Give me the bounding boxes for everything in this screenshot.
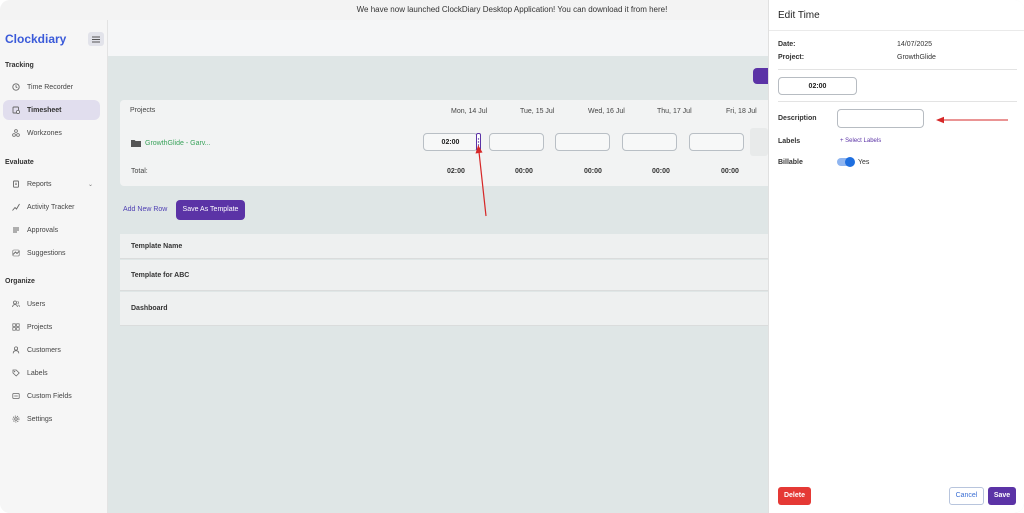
customers-icon (12, 346, 20, 354)
panel-title: Edit Time (778, 10, 820, 21)
duration-input[interactable]: 02:00 (778, 77, 857, 95)
total-value: 00:00 (652, 168, 670, 175)
day-header: Tue, 15 Jul (520, 108, 555, 115)
sidebar: Clockdiary Tracking Time Recorder Timesh… (0, 20, 108, 513)
sidebar-item-settings[interactable]: Settings (3, 409, 100, 429)
approvals-icon (12, 226, 20, 234)
folder-icon (131, 140, 141, 147)
billable-state: Yes (858, 159, 870, 166)
sidebar-item-reports[interactable]: Reports ⌄ (3, 174, 100, 194)
sidebar-item-time-recorder[interactable]: Time Recorder (3, 77, 100, 97)
save-as-template-button[interactable]: Save As Template (176, 200, 245, 220)
sidebar-item-labels[interactable]: Labels (3, 363, 100, 383)
sidebar-item-custom-fields[interactable]: Custom Fields (3, 386, 100, 406)
divider (778, 69, 1017, 70)
projects-header: Projects (130, 107, 156, 114)
divider (769, 30, 1024, 31)
add-new-row-link[interactable]: Add New Row (123, 206, 167, 213)
time-entry-input[interactable] (622, 133, 677, 151)
app-logo[interactable]: Clockdiary (5, 32, 66, 46)
day-header: Thu, 17 Jul (657, 108, 692, 115)
day-header: Mon, 14 Jul (451, 108, 488, 115)
total-value: 00:00 (515, 168, 533, 175)
sidebar-item-label: Reports (27, 180, 52, 188)
select-labels-link[interactable]: + Select Labels (840, 138, 881, 144)
sidebar-item-label: Projects (27, 323, 53, 331)
sidebar-item-label: Approvals (27, 226, 59, 234)
delete-button[interactable]: Delete (778, 487, 811, 505)
sidebar-item-label: Settings (27, 415, 53, 423)
gear-icon (12, 415, 20, 423)
users-icon (12, 300, 20, 308)
edit-time-panel: Edit Time Date: 14/07/2025 Project: Grow… (768, 0, 1024, 513)
sidebar-item-label: Labels (27, 369, 48, 377)
project-value: GrowthGlide (897, 54, 936, 61)
date-label: Date: (778, 41, 796, 48)
sidebar-item-workzones[interactable]: Workzones (3, 123, 100, 143)
sidebar-item-label: Custom Fields (27, 392, 72, 400)
section-title-tracking: Tracking (5, 62, 34, 69)
time-entry-input[interactable] (489, 133, 544, 151)
reports-icon (12, 180, 20, 188)
sidebar-item-activity-tracker[interactable]: Activity Tracker (3, 197, 100, 217)
sidebar-item-timesheet[interactable]: Timesheet (3, 100, 100, 120)
toggle-knob (845, 157, 855, 167)
description-label: Description (778, 115, 817, 122)
sidebar-item-label: Users (27, 300, 46, 308)
labels-label: Labels (778, 138, 801, 145)
hamburger-icon (92, 36, 100, 42)
activity-icon (12, 203, 20, 211)
sidebar-item-label: Time Recorder (27, 83, 74, 91)
section-title-evaluate: Evaluate (5, 159, 34, 166)
time-entry-input[interactable] (555, 133, 610, 151)
clock-icon (12, 83, 20, 91)
project-name-link[interactable]: GrowthGlide - Garv... (145, 140, 211, 147)
time-entry-input[interactable] (689, 133, 744, 151)
section-title-organize: Organize (5, 278, 35, 285)
template-header-row: Template Name (120, 234, 768, 259)
date-value: 14/07/2025 (897, 41, 933, 48)
day-header: Wed, 16 Jul (588, 108, 625, 115)
total-value: 02:00 (447, 168, 465, 175)
sidebar-item-projects[interactable]: Projects (3, 317, 100, 337)
sidebar-item-label: Activity Tracker (27, 203, 75, 211)
cancel-button[interactable]: Cancel (949, 487, 984, 505)
time-entry-input[interactable]: 02:00 (423, 133, 478, 151)
sidebar-item-suggestions[interactable]: Suggestions (3, 243, 100, 263)
divider (778, 101, 1017, 102)
total-value: 00:00 (584, 168, 602, 175)
app-window: We have now launched ClockDiary Desktop … (0, 0, 1024, 513)
labels-icon (12, 369, 20, 377)
billable-toggle[interactable] (837, 157, 855, 167)
workzones-icon (12, 129, 20, 137)
menu-toggle-button[interactable] (88, 32, 104, 46)
hidden-column-edge (750, 128, 768, 156)
sidebar-item-label: Suggestions (27, 249, 66, 257)
sidebar-item-label: Workzones (27, 129, 62, 137)
description-input[interactable] (837, 109, 924, 128)
project-label: Project: (778, 54, 805, 61)
timesheet-icon (12, 106, 20, 114)
total-label: Total: (131, 168, 148, 175)
custom-fields-icon (12, 392, 20, 400)
timesheet-table: Projects Mon, 14 Jul Tue, 15 Jul Wed, 16… (120, 100, 780, 186)
sidebar-item-label: Customers (27, 346, 61, 354)
billable-label: Billable (778, 159, 803, 166)
annotation-arrow (475, 145, 487, 217)
annotation-arrow (936, 116, 1008, 124)
sidebar-item-approvals[interactable]: Approvals (3, 220, 100, 240)
save-button[interactable]: Save (988, 487, 1016, 505)
chevron-down-icon: ⌄ (87, 181, 93, 188)
template-row[interactable]: Template for ABC (120, 260, 768, 291)
day-header: Fri, 18 Jul (726, 108, 757, 115)
sidebar-item-label: Timesheet (27, 106, 62, 114)
sidebar-item-customers[interactable]: Customers (3, 340, 100, 360)
total-value: 00:00 (721, 168, 739, 175)
suggestions-icon (12, 249, 20, 257)
projects-icon (12, 323, 20, 331)
sidebar-item-users[interactable]: Users (3, 294, 100, 314)
template-row[interactable]: Dashboard (120, 292, 768, 326)
